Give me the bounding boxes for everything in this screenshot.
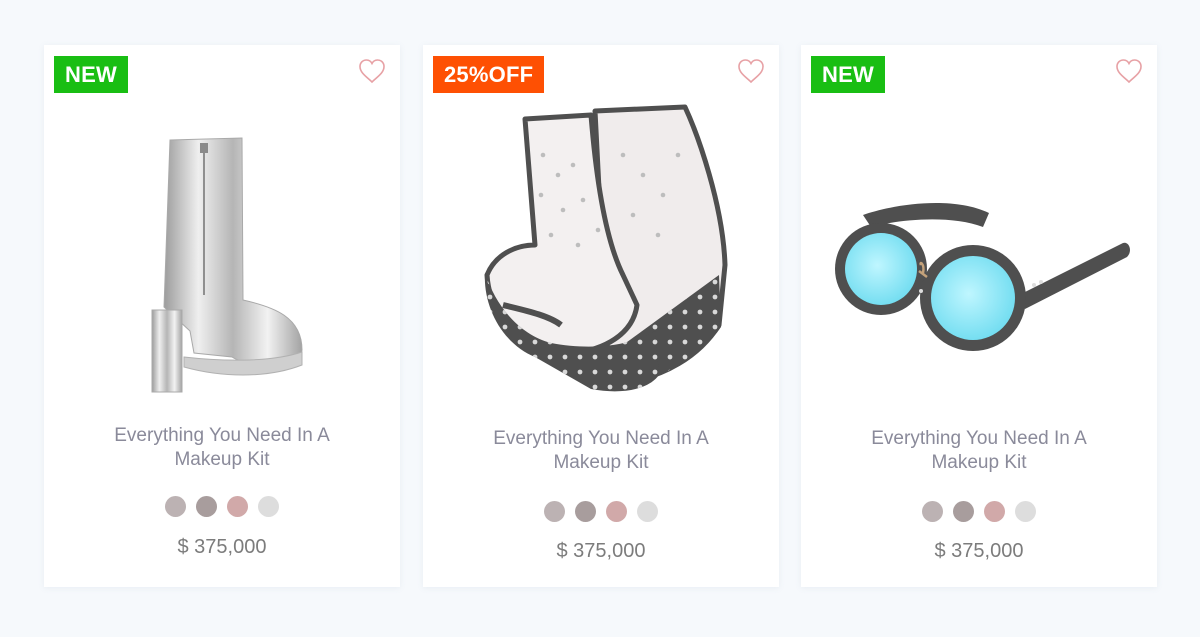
product-title[interactable]: Everything You Need In A Makeup Kit <box>84 424 360 472</box>
product-title[interactable]: Everything You Need In A Makeup Kit <box>463 427 739 475</box>
product-card[interactable]: NEW Everything You Need In A Makeup Kit … <box>44 45 400 587</box>
color-swatches <box>801 501 1157 522</box>
color-swatch[interactable] <box>196 496 217 517</box>
product-price: $ 375,000 <box>556 540 646 562</box>
color-swatch[interactable] <box>922 501 943 522</box>
color-swatch[interactable] <box>637 501 658 522</box>
color-swatch[interactable] <box>165 496 186 517</box>
new-badge: NEW <box>54 56 128 93</box>
color-swatches <box>423 501 779 522</box>
product-price: $ 375,000 <box>934 540 1024 562</box>
product-card[interactable]: 25%OFF Everything You Need In A Makeup K… <box>423 45 779 587</box>
studded-wedge-sandal-image[interactable] <box>423 95 779 415</box>
color-swatch[interactable] <box>575 501 596 522</box>
color-swatch[interactable] <box>984 501 1005 522</box>
heart-outline-icon[interactable] <box>1115 58 1143 84</box>
new-badge: NEW <box>811 56 885 93</box>
color-swatch[interactable] <box>1015 501 1036 522</box>
color-swatch[interactable] <box>606 501 627 522</box>
color-swatches <box>44 496 400 517</box>
heart-outline-icon[interactable] <box>358 58 386 84</box>
round-sunglasses-image[interactable] <box>801 95 1157 415</box>
product-title[interactable]: Everything You Need In A Makeup Kit <box>841 427 1117 475</box>
color-swatch[interactable] <box>544 501 565 522</box>
discount-badge: 25%OFF <box>433 56 545 93</box>
color-swatch[interactable] <box>227 496 248 517</box>
product-card[interactable]: NEW Everything You Need In A Makeup Kit <box>801 45 1157 587</box>
heart-outline-icon[interactable] <box>737 58 765 84</box>
color-swatch[interactable] <box>953 501 974 522</box>
color-swatch[interactable] <box>258 496 279 517</box>
silver-boot-image[interactable] <box>44 95 400 415</box>
product-price: $ 375,000 <box>177 536 267 558</box>
